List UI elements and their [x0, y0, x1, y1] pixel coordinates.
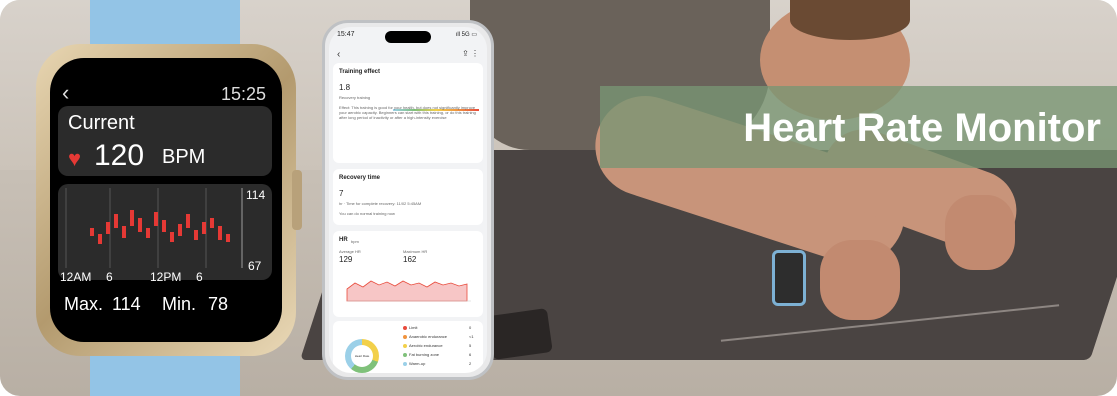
zone-name: Anaerobic endurance [409, 334, 448, 339]
x-label-12pm: 12PM [150, 270, 182, 284]
status-indicators: ıll 5G ▭ [455, 32, 477, 38]
phone-screen: 15:47 ıll 5G ▭ ‹ ⇪ ⋮ Training effect 1.8… [329, 27, 487, 373]
person-fist-left [820, 240, 900, 320]
status-time: 15:47 [337, 31, 355, 38]
hr-candle-chart [65, 188, 243, 268]
x-label-6am: 6 [106, 270, 113, 284]
zone-dot-warm-up [403, 361, 407, 366]
zone-name: Aerobic endurance [409, 343, 443, 348]
person-hair [790, 0, 910, 40]
current-hr-card: Current ♥ 120 BPM [58, 106, 272, 176]
training-effect-card: Training effect 1.8 Recovery training Ef… [333, 63, 483, 163]
person-fist-right [945, 195, 1015, 270]
hr-title: HR [339, 237, 348, 243]
hr-candle [202, 222, 206, 234]
zone-dot-fat-burning [403, 352, 407, 357]
hr-candle [194, 230, 198, 240]
zone-item: Aerobic endurance 5 [403, 343, 483, 348]
bpm-unit: BPM [162, 146, 206, 168]
zone-name: Limit [409, 325, 418, 330]
zone-item: Fat burning zone 6 [403, 352, 483, 357]
banner-title: Heart Rate Monitor [743, 106, 1101, 150]
hr-candle [114, 214, 118, 228]
x-label-12am: 12AM [60, 270, 92, 284]
smartwatch-on-wrist [772, 250, 806, 306]
hr-candle [210, 218, 214, 228]
avg-hr-label: Average HR [339, 249, 361, 254]
zone-value: 6 [469, 352, 472, 357]
hr-zone-ring: Heart Rate Zone [345, 339, 379, 373]
hr-candle [90, 228, 94, 236]
max-value: 114 [112, 294, 141, 314]
max-label: Max. [64, 294, 104, 314]
zone-value: <1 [469, 334, 474, 339]
recovery-value: 7 [339, 189, 344, 198]
recovery-note: You can do normal training now [339, 211, 395, 216]
hr-candle [162, 220, 166, 232]
zone-item: Anaerobic endurance <1 [403, 334, 483, 339]
zone-name: Warm-up [409, 361, 426, 366]
hr-candle [146, 228, 150, 238]
hr-zone-card: Heart Rate Zone Limit 0 Anaerobic enduran… [333, 321, 483, 373]
min-value: 78 [208, 294, 229, 314]
hero-banner: Heart Rate Monitor ‹ 15:25 Current ♥ 120… [0, 0, 1117, 396]
floor-phone [487, 308, 553, 360]
zone-value: 5 [469, 343, 472, 348]
chart-axis-bottom: 67 [248, 259, 262, 273]
heart-icon: ♥ [68, 146, 82, 171]
zone-dot-limit [403, 325, 407, 330]
hr-candle [186, 214, 190, 228]
hr-candle [122, 226, 126, 238]
zone-item: Warm-up 2 [403, 361, 483, 366]
back-icon[interactable]: ‹ [337, 49, 340, 60]
watch-crown [292, 170, 302, 230]
hr-candle [154, 212, 158, 226]
back-chevron-icon[interactable]: ‹ [62, 80, 69, 106]
hr-candle [218, 226, 222, 240]
hr-candle [178, 224, 182, 236]
avg-hr-value: 129 [339, 255, 353, 264]
hr-unit: bpm [351, 239, 359, 244]
hr-candle [226, 234, 230, 242]
bpm-value: 120 [94, 139, 145, 172]
training-effect-title: Training effect [339, 69, 381, 75]
max-hr-value: 162 [403, 255, 417, 264]
zone-value: 2 [469, 361, 472, 366]
hr-candle [170, 232, 174, 242]
watch-screen: ‹ 15:25 Current ♥ 120 BPM 114 67 12AM 6 … [50, 58, 282, 342]
x-label-6pm: 6 [196, 270, 203, 284]
max-hr-label: Maximum HR [403, 249, 428, 254]
recovery-card: Recovery time 7 hr · Time for complete r… [333, 169, 483, 225]
training-effect-value: 1.8 [339, 83, 351, 92]
phone-notch [385, 31, 431, 43]
hr-card: HR bpm Average HR 129 Maximum HR 162 [333, 231, 483, 317]
zone-dot-anaerobic [403, 334, 407, 339]
zone-name: Fat burning zone [409, 352, 440, 357]
zone-dot-aerobic [403, 343, 407, 348]
share-more-icons[interactable]: ⇪ ⋮ [462, 49, 479, 58]
hr-zone-ring-label: Heart Rate Zone [351, 345, 373, 367]
hr-chart-card [58, 184, 272, 280]
hr-candle [138, 218, 142, 232]
hr-candle [130, 210, 134, 226]
chart-axis-top: 114 [246, 188, 266, 202]
phone: 15:47 ıll 5G ▭ ‹ ⇪ ⋮ Training effect 1.8… [322, 20, 494, 380]
recovery-sub: hr · Time for complete recovery: 11/02 5… [339, 201, 422, 206]
training-effect-sub: Recovery training [339, 95, 371, 100]
training-effect-desc: Effect: This training is good for your h… [339, 105, 476, 120]
recovery-title: Recovery time [339, 175, 381, 181]
title-strip: Heart Rate Monitor [600, 86, 1117, 168]
zone-value: 0 [469, 325, 472, 330]
hr-area-chart [346, 280, 471, 302]
hr-candle [106, 222, 110, 234]
current-label: Current [68, 112, 135, 134]
zone-item: Limit 0 [403, 325, 483, 330]
watch-time: 15:25 [220, 84, 266, 104]
min-label: Min. [162, 294, 197, 314]
hr-candle [98, 234, 102, 244]
